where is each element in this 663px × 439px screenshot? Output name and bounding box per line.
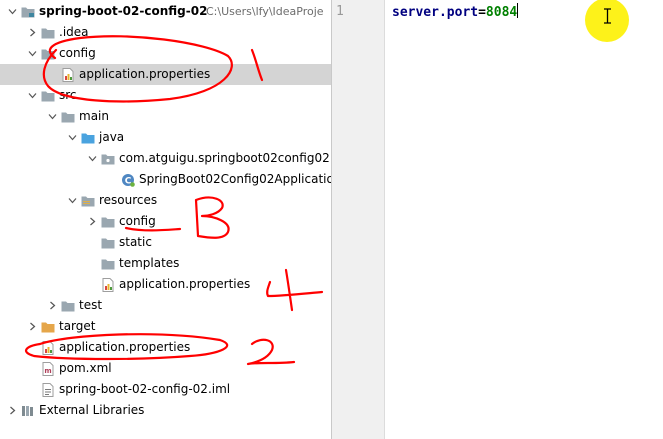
tree-item[interactable]: config bbox=[0, 43, 331, 64]
chevron-right-icon[interactable] bbox=[26, 316, 38, 337]
tree-item[interactable]: application.properties bbox=[0, 274, 331, 295]
tree-item-label: src bbox=[59, 88, 77, 102]
project-tree-panel: spring-boot-02-config-02 C:\Users\lfy\Ide… bbox=[0, 0, 331, 439]
tree-item[interactable]: config bbox=[0, 211, 331, 232]
tree-item-label: config bbox=[119, 214, 156, 228]
line-number: 1 bbox=[336, 4, 344, 19]
tree-item-path: C:\Users\lfy\IdeaProje bbox=[206, 5, 324, 18]
tree-item-label: spring-boot-02-config-02.iml bbox=[59, 382, 231, 396]
folder-icon bbox=[60, 295, 76, 316]
text-cursor-icon bbox=[604, 8, 611, 24]
folder-icon bbox=[100, 232, 116, 253]
tree-item-label: pom.xml bbox=[59, 361, 112, 375]
tree-item[interactable]: .idea bbox=[0, 22, 331, 43]
tree-item[interactable]: java bbox=[0, 127, 331, 148]
chevron-down-icon[interactable] bbox=[6, 1, 18, 22]
properties-file-icon bbox=[40, 337, 56, 358]
tree-item-label: target bbox=[59, 319, 96, 333]
folder-icon bbox=[40, 85, 56, 106]
tree-item[interactable]: main bbox=[0, 106, 331, 127]
editor-gutter bbox=[331, 0, 385, 439]
folder-icon bbox=[100, 253, 116, 274]
tree-item-label: main bbox=[79, 109, 109, 123]
chevron-down-icon[interactable] bbox=[86, 148, 98, 169]
chevron-right-icon[interactable] bbox=[6, 400, 18, 421]
tree-item-label: config bbox=[59, 46, 96, 60]
chevron-right-icon[interactable] bbox=[26, 22, 38, 43]
tree-item-label: spring-boot-02-config-02 bbox=[39, 4, 208, 18]
chevron-right-icon[interactable] bbox=[86, 211, 98, 232]
tree-item[interactable]: External Libraries bbox=[0, 400, 331, 421]
property-value: 8084 bbox=[485, 5, 518, 20]
text-caret bbox=[517, 3, 519, 18]
tree-item[interactable]: com.atguigu.springboot02config02 bbox=[0, 148, 331, 169]
package-icon bbox=[100, 148, 116, 169]
tree-item-label: .idea bbox=[59, 25, 89, 39]
tree-item-label: java bbox=[99, 130, 125, 144]
tree-item-label: templates bbox=[119, 256, 180, 270]
tree-item-label: resources bbox=[99, 193, 158, 207]
module-folder-icon bbox=[20, 1, 36, 22]
project-tree: spring-boot-02-config-02 C:\Users\lfy\Ide… bbox=[0, 1, 331, 421]
tree-item-label: application.properties bbox=[119, 277, 251, 291]
tree-item-label: application.properties bbox=[59, 340, 191, 354]
chevron-down-icon[interactable] bbox=[26, 43, 38, 64]
tree-item-label: SpringBoot02Config02Applicatio bbox=[139, 172, 331, 186]
code-line[interactable]: server.port=8084 bbox=[392, 3, 519, 22]
tree-item[interactable]: templates bbox=[0, 253, 331, 274]
properties-file-icon bbox=[60, 64, 76, 85]
tree-item[interactable]: static bbox=[0, 232, 331, 253]
tree-item-label: static bbox=[119, 235, 152, 249]
chevron-down-icon[interactable] bbox=[46, 106, 58, 127]
property-key: server.port bbox=[392, 5, 479, 20]
excluded-folder-icon bbox=[40, 316, 56, 337]
spring-class-icon: C bbox=[120, 169, 136, 190]
maven-file-icon: m bbox=[40, 358, 56, 379]
tree-item-label: com.atguigu.springboot02config02 bbox=[119, 151, 330, 165]
tree-item[interactable]: spring-boot-02-config-02 C:\Users\lfy\Ide… bbox=[0, 1, 331, 22]
tree-item[interactable]: application.properties bbox=[0, 337, 331, 358]
chevron-down-icon[interactable] bbox=[66, 190, 78, 211]
tree-item[interactable]: m pom.xml bbox=[0, 358, 331, 379]
svg-text:m: m bbox=[44, 367, 51, 375]
chevron-right-icon[interactable] bbox=[46, 295, 58, 316]
tree-item[interactable]: application.properties bbox=[0, 64, 331, 85]
properties-file-icon bbox=[100, 274, 116, 295]
chevron-down-icon[interactable] bbox=[66, 127, 78, 148]
folder-icon bbox=[100, 211, 116, 232]
property-equals: = bbox=[478, 5, 486, 20]
source-folder-icon bbox=[80, 127, 96, 148]
folder-icon bbox=[60, 106, 76, 127]
folder-icon bbox=[40, 22, 56, 43]
tree-item-label: application.properties bbox=[79, 67, 211, 81]
tree-item[interactable]: C SpringBoot02Config02Applicatio bbox=[0, 169, 331, 190]
tree-item[interactable]: target bbox=[0, 316, 331, 337]
tree-item[interactable]: spring-boot-02-config-02.iml bbox=[0, 379, 331, 400]
chevron-down-icon[interactable] bbox=[26, 85, 38, 106]
libraries-icon bbox=[20, 400, 36, 421]
iml-file-icon bbox=[40, 379, 56, 400]
code-editor[interactable]: server.port=8084 bbox=[385, 0, 663, 439]
tree-item[interactable]: test bbox=[0, 295, 331, 316]
tree-item[interactable]: src bbox=[0, 85, 331, 106]
folder-icon bbox=[40, 43, 56, 64]
tree-item-label: test bbox=[79, 298, 103, 312]
tree-item[interactable]: resources bbox=[0, 190, 331, 211]
resources-folder-icon bbox=[80, 190, 96, 211]
tree-item-label: External Libraries bbox=[39, 403, 145, 417]
